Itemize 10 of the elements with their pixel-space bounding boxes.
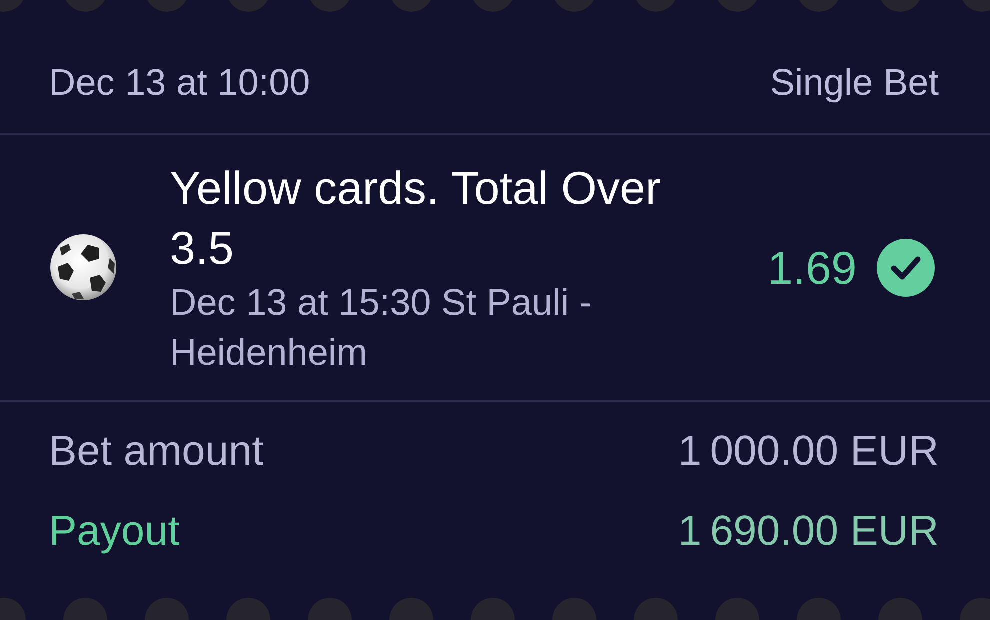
- stake-label: Bet amount: [49, 427, 264, 475]
- stake-amount: 1 000.00 EUR: [678, 427, 939, 475]
- soccer-ball-icon: [50, 234, 117, 301]
- payout-label: Payout: [49, 507, 180, 555]
- bet-market-title: Yellow cards. Total Over 3.5: [170, 160, 662, 276]
- event-details: Dec 13 at 15:30 St Pauli - Heidenheim: [170, 280, 593, 374]
- bet-type: Single Bet: [770, 61, 939, 105]
- bet-date: Dec 13 at 10:00: [49, 61, 310, 105]
- odds-value: 1.69: [767, 240, 857, 296]
- payout-amount: 1 690.00 EUR: [678, 507, 939, 555]
